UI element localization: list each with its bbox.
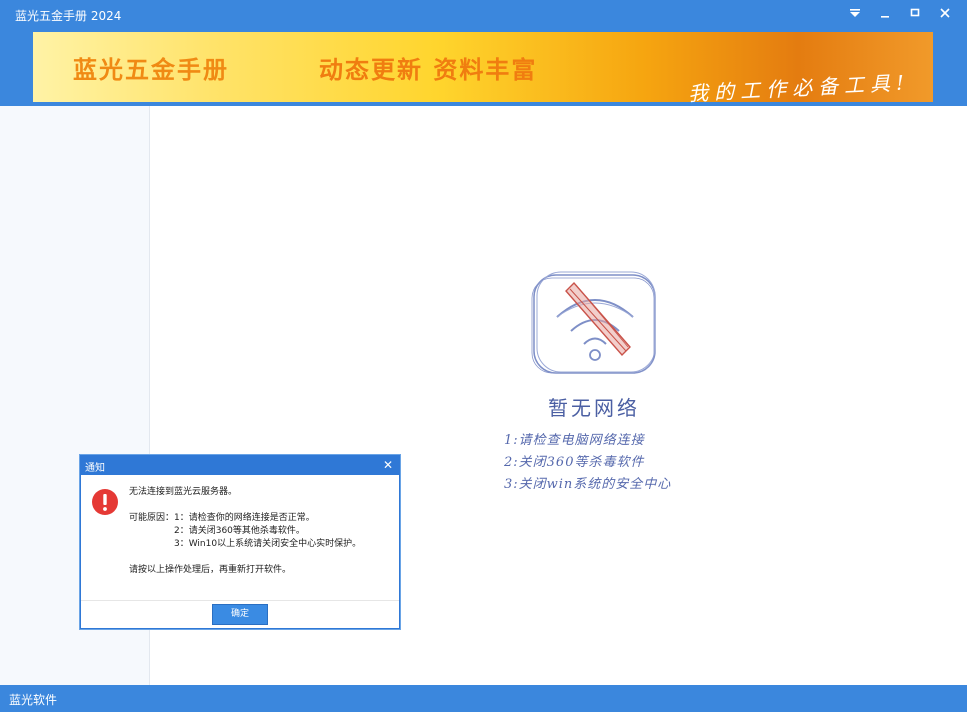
dialog-close-button[interactable]: ✕ — [383, 458, 393, 472]
dialog-instruction: 请按以上操作处理后，再重新打开软件。 — [129, 565, 292, 575]
tip-3: 3:关闭win系统的安全中心 — [504, 477, 672, 492]
status-bar: 蓝光软件 — [0, 685, 967, 712]
chevron-down-icon — [850, 9, 860, 17]
no-network-tips: 1:请检查电脑网络连接 2:关闭360等杀毒软件 3:关闭win系统的安全中心 — [504, 430, 671, 496]
no-network-title: 暂无网络 — [548, 396, 640, 420]
no-network-icon — [531, 271, 656, 374]
reason-row-1: 可能原因：1：请检查你的网络连接是否正常。 — [129, 512, 361, 525]
banner-slogan: 动态更新 资料丰富 — [319, 56, 538, 84]
reasons-label: 可能原因： — [129, 513, 175, 523]
dialog-message: 无法连接到蓝光云服务器。 — [129, 487, 238, 497]
banner-title: 蓝光五金手册 — [73, 56, 229, 84]
close-button[interactable] — [932, 2, 958, 24]
window-title: 蓝光五金手册 2024 — [15, 9, 122, 23]
dialog-titlebar[interactable]: 通知 ✕ — [81, 456, 399, 475]
error-icon — [92, 489, 118, 515]
ok-button[interactable]: 确定 — [212, 604, 268, 625]
reason-1: 1：请检查你的网络连接是否正常。 — [174, 513, 315, 523]
dialog-footer: 确定 — [81, 600, 399, 628]
maximize-button[interactable] — [902, 2, 928, 24]
minimize-button[interactable] — [872, 2, 898, 24]
tip-1: 1:请检查电脑网络连接 — [504, 433, 645, 448]
maximize-icon — [910, 8, 920, 17]
dialog-body: 无法连接到蓝光云服务器。 可能原因：1：请检查你的网络连接是否正常。 2：请关闭… — [129, 486, 361, 577]
reason-2: 2：请关闭360等其他杀毒软件。 — [174, 526, 305, 536]
title-bar: 蓝光五金手册 2024 蓝光五金手册 动态更新 资料丰富 我的工作必备工具! — [0, 0, 967, 106]
tip-2: 2:关闭360等杀毒软件 — [504, 455, 645, 470]
reason-3: 3：Win10以上系统请关闭安全中心实时保护。 — [174, 539, 362, 549]
minimize-icon — [881, 16, 889, 18]
close-icon — [940, 8, 950, 18]
notification-dialog: 通知 ✕ 无法连接到蓝光云服务器。 可能原因：1：请检查你的网络连接是否正常。 … — [80, 455, 400, 629]
menu-dropdown-button[interactable] — [842, 2, 868, 24]
dialog-title: 通知 — [85, 463, 105, 474]
banner-tagline: 我的工作必备工具! — [687, 70, 911, 106]
header-banner: 蓝光五金手册 动态更新 资料丰富 我的工作必备工具! — [33, 32, 933, 106]
status-text: 蓝光软件 — [9, 693, 58, 707]
